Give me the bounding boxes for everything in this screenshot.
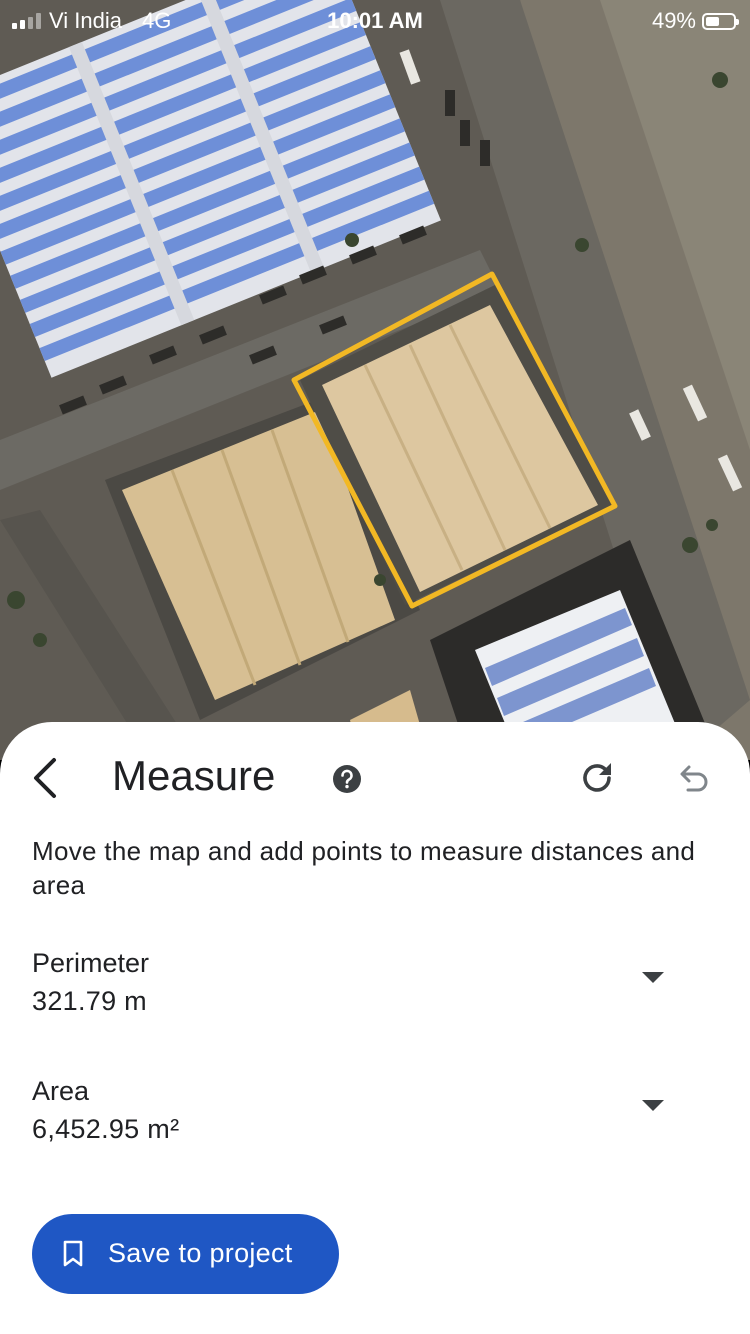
perimeter-dropdown-icon[interactable] [642, 972, 664, 983]
back-button[interactable] [26, 754, 66, 802]
area-label: Area [32, 1076, 90, 1106]
instruction-text: Move the map and add points to measure d… [32, 836, 696, 900]
redo-button[interactable] [578, 758, 618, 798]
page-title: Measure [112, 752, 276, 799]
save-to-project-button[interactable]: Save to project [32, 1214, 339, 1294]
redo-icon [583, 763, 611, 792]
area-value: 6,452.95 m² [32, 1114, 180, 1144]
undo-icon [680, 765, 708, 792]
clock: 10:01 AM [327, 8, 423, 33]
help-button[interactable] [332, 764, 362, 794]
measure-sheet: Measure Move the map and add points to m… [0, 722, 750, 1334]
status-bar: Vi India 4G 10:01 AM 49% [0, 0, 750, 42]
map-imagery [0, 0, 750, 760]
chevron-left-icon [34, 758, 56, 798]
bookmark-icon [63, 1240, 83, 1267]
help-circle-icon [333, 765, 361, 793]
battery-icon [702, 12, 739, 30]
status-right: 49% [651, 8, 739, 34]
satellite-map[interactable] [0, 0, 750, 760]
battery-fill [706, 16, 719, 26]
perimeter-row[interactable]: Perimeter 321.79 m [0, 948, 750, 1058]
battery-percent: 49% [651, 8, 696, 33]
save-button-label: Save to project [108, 1238, 293, 1268]
area-dropdown-icon[interactable] [642, 1100, 664, 1111]
area-row[interactable]: Area 6,452.95 m² [0, 1076, 750, 1186]
undo-button[interactable] [674, 758, 714, 798]
perimeter-label: Perimeter [32, 948, 150, 978]
perimeter-value: 321.79 m [32, 986, 147, 1016]
